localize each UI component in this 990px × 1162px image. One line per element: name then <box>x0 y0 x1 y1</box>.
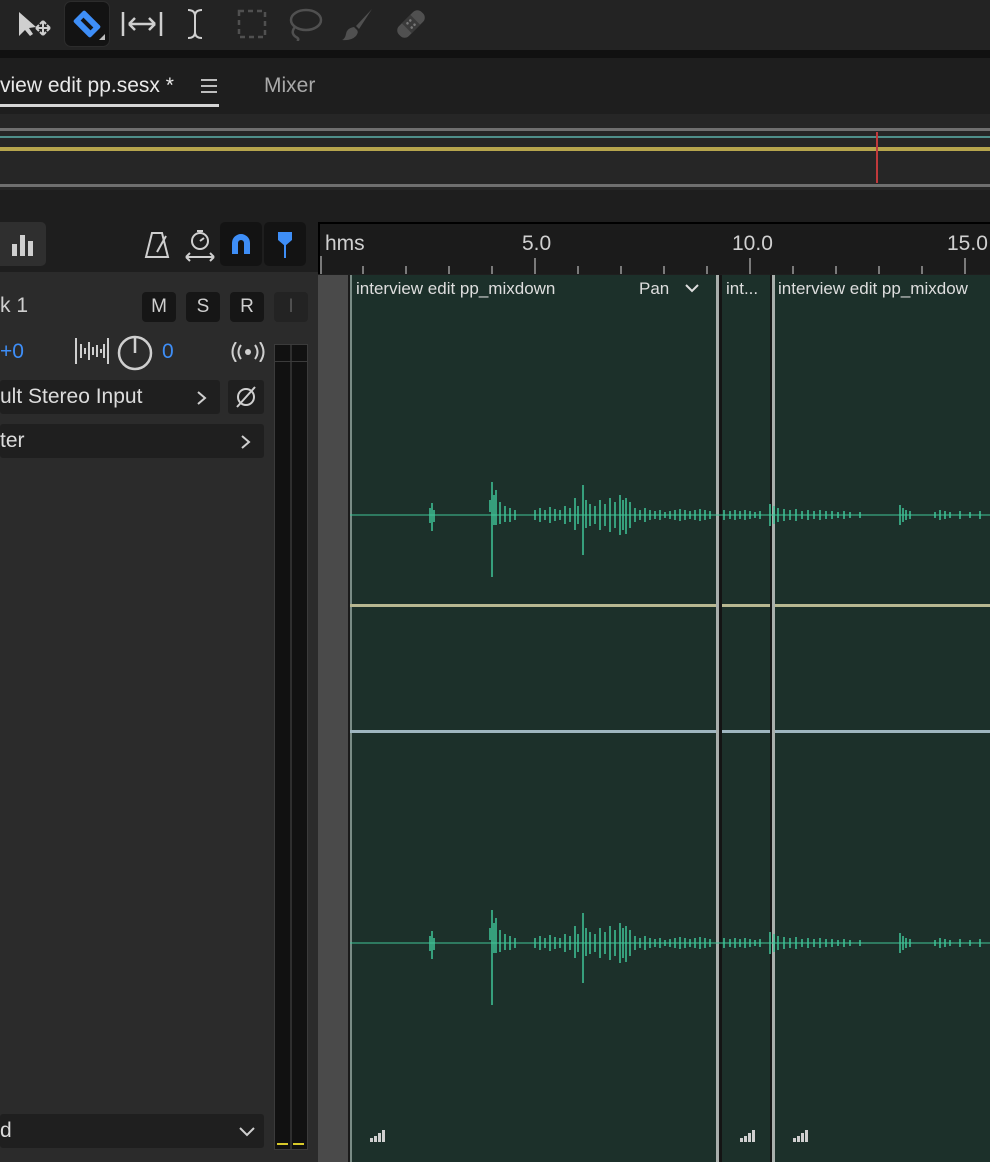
clip-title: interview edit pp_mixdown <box>356 279 556 298</box>
waveform-right-channel <box>350 910 990 1005</box>
clip-title: interview edit pp_mixdow <box>778 279 968 298</box>
ruler-tick-label: 10.0 <box>732 232 773 255</box>
meter-view-button[interactable] <box>0 222 46 266</box>
razor-tool-button[interactable] <box>64 1 110 47</box>
chevron-down-icon[interactable] <box>684 283 700 295</box>
volume-value[interactable]: +0 <box>0 340 24 364</box>
meter-level-right <box>293 1143 304 1145</box>
marquee-icon <box>237 9 267 39</box>
clip-gain-icon[interactable] <box>793 1128 813 1142</box>
chevron-right-icon <box>241 435 251 449</box>
snap-to-marker-toggle[interactable] <box>264 222 306 266</box>
lasso-tool-button[interactable] <box>282 2 326 46</box>
tools-toolbar <box>0 0 990 50</box>
bar-chart-icon <box>12 235 33 256</box>
ruler-tick-label: 5.0 <box>522 232 552 255</box>
meter-level-left <box>277 1143 288 1145</box>
overview-track-line <box>0 136 990 138</box>
output-label: ter <box>0 429 25 452</box>
i-beam-icon <box>187 9 203 39</box>
lasso-icon <box>289 8 323 41</box>
ruler-unit-label: hms <box>325 232 365 255</box>
pan-envelope[interactable] <box>350 604 716 607</box>
spot-healing-tool-button[interactable] <box>389 2 433 46</box>
record-arm-button[interactable]: R <box>230 292 264 322</box>
slip-tool-button[interactable] <box>120 2 164 46</box>
tab-session[interactable]: view edit pp.sesx * <box>0 74 174 98</box>
ruler-tick-label: 15.0 <box>947 232 988 255</box>
input-label: ult Stereo Input <box>0 385 143 408</box>
chevron-right-icon <box>197 391 207 405</box>
marker-icon <box>278 232 292 258</box>
volume-envelope[interactable] <box>722 730 770 733</box>
overview-playhead <box>876 132 878 183</box>
snapping-toggle[interactable] <box>220 222 262 266</box>
stereo-balance-icon <box>75 338 109 364</box>
track-level-meter <box>274 344 308 1150</box>
overview-visible-range <box>0 147 990 151</box>
volume-envelope[interactable] <box>775 730 990 733</box>
input-select[interactable]: ult Stereo Input <box>0 380 220 414</box>
spacer <box>0 190 990 222</box>
pan-envelope[interactable] <box>722 604 770 607</box>
brush-tool-button[interactable] <box>335 2 379 46</box>
clip-gap <box>719 275 722 1162</box>
overview-track-line <box>0 184 990 187</box>
overview-track-line <box>0 128 990 131</box>
clip-gain-icon[interactable] <box>370 1128 390 1142</box>
phase-invert-button[interactable] <box>228 380 264 414</box>
session-overview[interactable] <box>0 114 990 190</box>
automation-mode-label: d <box>0 1119 12 1142</box>
automation-mode-select[interactable]: d <box>0 1114 264 1148</box>
clip-title: int... <box>726 279 759 298</box>
timeline-ruler[interactable]: hms 5.0 10.0 15.0 <box>318 222 990 274</box>
broadcast-icon <box>231 342 265 362</box>
toolbar-divider <box>0 50 990 58</box>
monitor-input-button[interactable]: I <box>274 292 308 322</box>
tab-mixer[interactable]: Mixer <box>264 74 315 98</box>
move-icon <box>19 12 51 36</box>
phase-invert-icon <box>236 386 256 408</box>
track-header: k 1 M S R I +0 0 ult Stereo Input ter d <box>0 272 318 1162</box>
bandage-icon <box>397 10 425 38</box>
marquee-tool-button[interactable] <box>230 2 274 46</box>
audio-clip-1[interactable] <box>350 275 716 1162</box>
move-tool-button[interactable] <box>10 2 54 46</box>
razor-icon <box>73 10 105 40</box>
track-name[interactable]: k 1 <box>0 294 28 318</box>
mute-button[interactable]: M <box>142 292 176 322</box>
time-selection-tool-button[interactable] <box>173 2 217 46</box>
brush-icon <box>342 9 372 41</box>
pan-value[interactable]: 0 <box>162 340 174 364</box>
clip-pan-label[interactable]: Pan <box>639 279 669 299</box>
track-controls-toolbar <box>0 222 318 272</box>
clip-edge[interactable] <box>772 275 775 1162</box>
meter-channel-divider <box>290 345 292 1149</box>
chevron-down-icon <box>239 1127 255 1137</box>
meter-peak-separator <box>275 361 307 362</box>
metronome-icon[interactable] <box>144 230 170 260</box>
time-stretch-icon[interactable] <box>184 228 216 262</box>
volume-envelope[interactable] <box>350 730 716 733</box>
pan-knob[interactable] <box>116 334 154 372</box>
active-tab-underline <box>0 104 219 107</box>
output-select[interactable]: ter <box>0 424 264 458</box>
magnet-icon <box>232 234 250 254</box>
clip-gain-icon[interactable] <box>740 1128 760 1142</box>
timeline-left-gutter <box>318 275 348 1162</box>
audio-clip-3[interactable] <box>775 275 990 1162</box>
ruler-ticks <box>320 256 966 274</box>
audio-clip-2[interactable] <box>722 275 770 1162</box>
clip-edge <box>350 275 352 1162</box>
slip-icon <box>121 12 163 36</box>
hamburger-menu-icon[interactable] <box>200 78 218 94</box>
solo-button[interactable]: S <box>186 292 220 322</box>
pan-envelope[interactable] <box>775 604 990 607</box>
waveform-left-channel <box>350 482 990 577</box>
